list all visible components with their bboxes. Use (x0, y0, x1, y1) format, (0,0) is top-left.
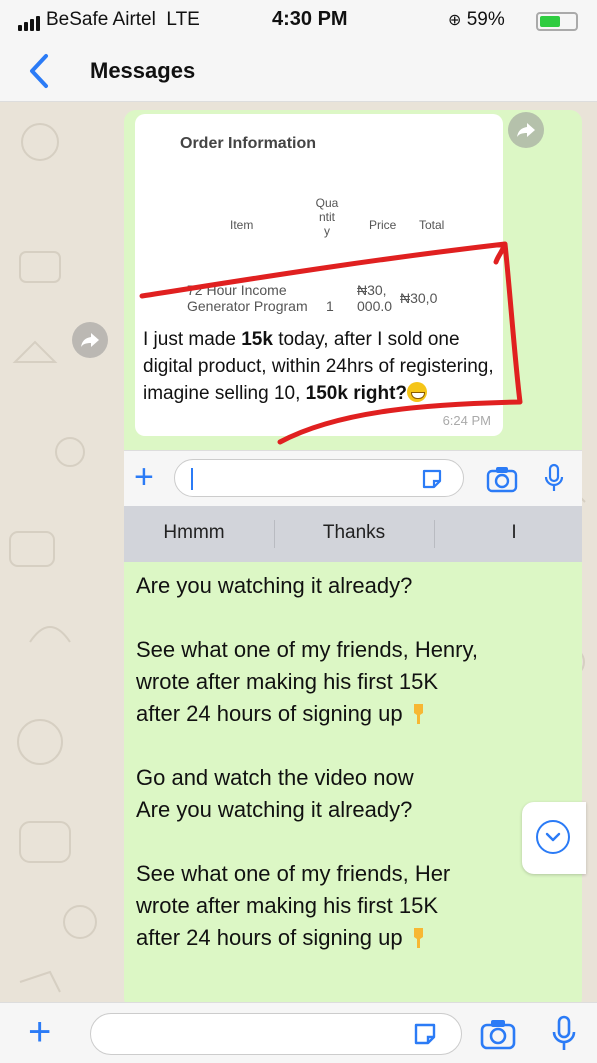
message-text: Are you watching it already? See what on… (136, 570, 576, 954)
suggestion-3: I (511, 522, 517, 543)
table-header-item: Item (230, 218, 254, 232)
red-annotation-scribble (139, 241, 523, 445)
screenshot-input-bar: + (124, 450, 582, 506)
keyboard-suggestion-bar: Hmmm Thanks I (124, 506, 582, 562)
forward-icon (81, 333, 99, 347)
message-line (136, 602, 576, 634)
message-line: wrote after making his first 15K (136, 893, 439, 918)
pointing-down-emoji-icon (413, 928, 423, 948)
signal-icon (18, 9, 42, 31)
order-title: Order Information (180, 135, 317, 152)
navigation-bar: Messages (0, 40, 597, 102)
sticker-icon[interactable] (412, 1021, 440, 1049)
camera-icon (486, 467, 518, 493)
battery-icon (536, 12, 578, 31)
status-bar: BeSafe Airtel LTE 4:30 PM ⊕ 59% (0, 0, 597, 40)
message-input-bar: + (0, 1002, 597, 1063)
carrier-name: BeSafe Airtel (46, 9, 156, 30)
message-input[interactable] (90, 1013, 462, 1055)
chevron-down-icon (536, 820, 570, 854)
message-line: See what one of my friends, Her (136, 861, 451, 886)
carrier-info: BeSafe Airtel LTE (18, 9, 200, 31)
plus-icon: + (28, 1010, 52, 1054)
forward-icon (517, 123, 535, 137)
message-line (136, 730, 576, 762)
message-line: Are you watching it already? (136, 797, 413, 822)
message-line (136, 826, 576, 858)
chevron-left-icon (30, 54, 48, 88)
suggestion-1: Hmmm (163, 522, 225, 543)
message-line: Are you watching it already? (136, 573, 413, 598)
battery-percent: 59% (466, 9, 505, 30)
message-line: after 24 hours of signing up (136, 698, 576, 730)
forward-button[interactable] (508, 112, 544, 148)
sticker-icon (422, 469, 442, 489)
message-line: Go and watch the video now (136, 765, 414, 790)
back-button[interactable] (24, 52, 54, 90)
rotation-lock-icon: ⊕ (448, 12, 462, 29)
camera-icon[interactable] (480, 1018, 516, 1050)
message-line: See what one of my friends, Henry, (136, 637, 478, 662)
message-line: after 24 hours of signing up (136, 922, 576, 954)
plus-icon: + (134, 458, 154, 496)
network-type: LTE (166, 9, 200, 30)
suggestion-2: Thanks (322, 522, 386, 543)
table-header-total: Total (419, 218, 445, 232)
microphone-icon[interactable] (551, 1015, 577, 1053)
message-line: wrote after making his first 15K (136, 669, 439, 694)
clock: 4:30 PM (272, 8, 348, 30)
attach-button[interactable]: + (28, 1011, 51, 1053)
nav-title[interactable]: Messages (90, 58, 195, 84)
table-header-price: Price (369, 218, 397, 232)
scroll-to-bottom-button[interactable] (522, 802, 586, 874)
chat-area[interactable]: Order Information Item Qua ntit y Price … (0, 102, 597, 1002)
forward-button-2[interactable] (72, 322, 108, 358)
microphone-icon (544, 463, 564, 491)
battery-info: ⊕ 59% (448, 9, 505, 31)
pointing-down-emoji-icon (413, 704, 423, 724)
